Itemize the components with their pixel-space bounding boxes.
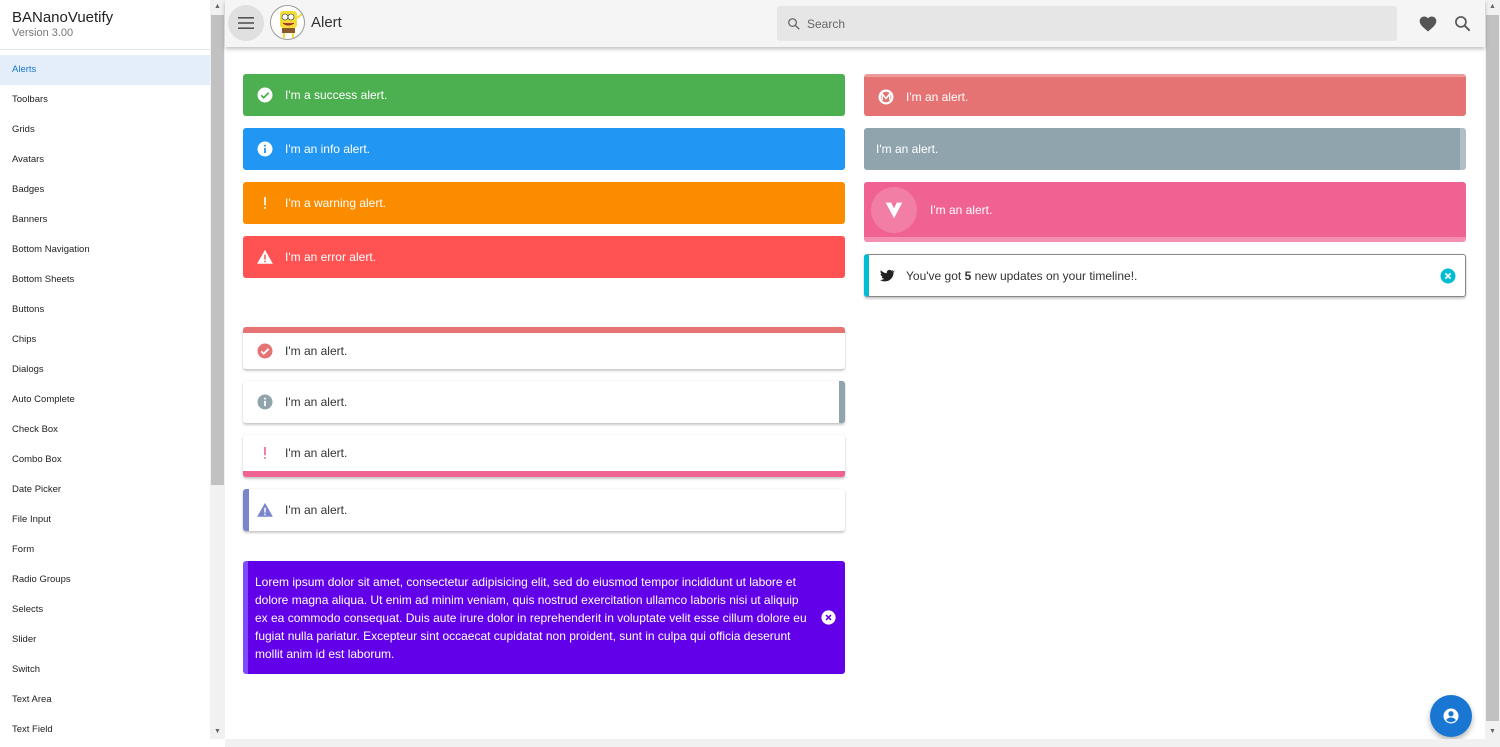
check-circle-icon xyxy=(257,343,273,359)
close-button[interactable] xyxy=(820,609,837,626)
close-circle-icon xyxy=(1440,268,1456,283)
sidebar-item-selects[interactable]: Selects xyxy=(0,595,210,625)
warning-icon xyxy=(257,502,273,517)
heart-icon[interactable] xyxy=(1418,14,1438,34)
brand: BANanoVuetify Version 3.00 xyxy=(0,0,210,50)
app-title: BANanoVuetify xyxy=(12,9,114,26)
check-circle-icon xyxy=(257,87,273,103)
sidebar-item-radio-groups[interactable]: Radio Groups xyxy=(0,565,210,595)
alert-text: Lorem ipsum dolor sit amet, consectetur … xyxy=(255,574,807,661)
sidebar-item-date-picker[interactable]: Date Picker xyxy=(0,475,210,505)
sidebar-item-chips[interactable]: Chips xyxy=(0,325,210,355)
sidebar-item-slider[interactable]: Slider xyxy=(0,625,210,655)
alert-text: I'm an alert. xyxy=(876,142,939,156)
alert-border-bottom: I'm an alert. xyxy=(243,435,845,477)
vuetify-icon xyxy=(885,202,903,218)
sidebar-item-bottom-sheets[interactable]: Bottom Sheets xyxy=(0,265,210,295)
alert-grey: I'm an alert. xyxy=(864,128,1466,170)
alert-text: I'm an alert. xyxy=(906,89,969,104)
alert-warning: I'm a warning alert. xyxy=(243,182,845,224)
sidebar-item-file-input[interactable]: File Input xyxy=(0,505,210,535)
page-scrollbar[interactable]: ▲ ▼ xyxy=(1485,0,1500,739)
alert-border-top: I'm an alert. xyxy=(243,327,845,369)
alert-text: I'm a warning alert. xyxy=(285,196,386,210)
sidebar-item-combo-box[interactable]: Combo Box xyxy=(0,445,210,475)
alert-border-right: I'm an alert. xyxy=(243,381,845,423)
alert-text: I'm an info alert. xyxy=(285,142,370,156)
close-circle-icon xyxy=(821,610,836,625)
search-icon[interactable] xyxy=(1453,14,1473,34)
sidebar-item-form[interactable]: Form xyxy=(0,535,210,565)
app-version: Version 3.00 xyxy=(12,27,74,39)
search-box[interactable] xyxy=(777,6,1397,41)
sidebar-item-check-box[interactable]: Check Box xyxy=(0,415,210,445)
exclamation-icon xyxy=(264,197,266,209)
alert-twitter: You've got 5 new updates on your timelin… xyxy=(864,254,1466,297)
menu-icon xyxy=(238,17,254,29)
material-design-icon xyxy=(878,89,894,104)
sidebar-item-buttons[interactable]: Buttons xyxy=(0,295,210,325)
sidebar: BANanoVuetify Version 3.00 Alerts Toolbar… xyxy=(0,0,210,747)
alert-text: I'm an alert. xyxy=(285,503,348,517)
sidebar-item-bottom-navigation[interactable]: Bottom Navigation xyxy=(0,235,210,265)
sidebar-item-dialogs[interactable]: Dialogs xyxy=(0,355,210,385)
alert-text: I'm an alert. xyxy=(285,395,348,409)
alert-dismissible: Lorem ipsum dolor sit amet, consectetur … xyxy=(243,561,845,674)
toolbar: Alert xyxy=(225,0,1485,47)
alert-text: You've got 5 new updates on your timelin… xyxy=(906,268,1138,283)
sidebar-item-text-area[interactable]: Text Area xyxy=(0,685,210,715)
vuetify-avatar xyxy=(871,186,917,233)
alert-info: I'm an info alert. xyxy=(243,128,845,170)
sidebar-item-switch[interactable]: Switch xyxy=(0,655,210,685)
sidebar-scrollbar[interactable]: ▲ ▼ xyxy=(210,0,225,739)
alert-border-left: I'm an alert. xyxy=(243,489,845,531)
menu-button[interactable] xyxy=(228,5,264,41)
sidebar-item-auto-complete[interactable]: Auto Complete xyxy=(0,385,210,415)
sidebar-item-toolbars[interactable]: Toolbars xyxy=(0,85,210,115)
sidebar-item-text-field[interactable]: Text Field xyxy=(0,715,210,745)
alert-success: I'm a success alert. xyxy=(243,74,845,116)
alert-vuetify: I'm an alert. xyxy=(864,182,1466,242)
warning-icon xyxy=(257,249,273,264)
search-icon xyxy=(788,17,800,30)
avatar[interactable] xyxy=(270,5,305,40)
close-button[interactable] xyxy=(1439,267,1457,285)
exclamation-icon xyxy=(264,447,266,459)
sidebar-item-alerts[interactable]: Alerts xyxy=(0,55,210,85)
sidebar-item-badges[interactable]: Badges xyxy=(0,175,210,205)
alert-text: I'm a success alert. xyxy=(285,88,388,102)
alert-material: I'm an alert. xyxy=(864,74,1466,116)
alert-text: I'm an alert. xyxy=(930,202,993,217)
page-title: Alert xyxy=(311,14,342,31)
twitter-icon xyxy=(879,269,895,282)
alert-text: I'm an alert. xyxy=(285,446,348,460)
sidebar-nav: Alerts Toolbars Grids Avatars Badges Banners B… xyxy=(0,55,210,745)
account-fab[interactable] xyxy=(1430,695,1472,737)
sidebar-item-banners[interactable]: Banners xyxy=(0,205,210,235)
alert-text: I'm an alert. xyxy=(285,344,348,358)
alert-error: I'm an error alert. xyxy=(243,236,845,278)
info-icon xyxy=(257,394,273,410)
sidebar-item-grids[interactable]: Grids xyxy=(0,115,210,145)
account-circle-icon xyxy=(1443,708,1459,724)
search-input[interactable] xyxy=(807,16,1367,31)
info-icon xyxy=(257,141,273,157)
sidebar-item-avatars[interactable]: Avatars xyxy=(0,145,210,175)
alert-text: I'm an error alert. xyxy=(285,250,376,264)
horizontal-scrollbar[interactable] xyxy=(225,739,1500,747)
